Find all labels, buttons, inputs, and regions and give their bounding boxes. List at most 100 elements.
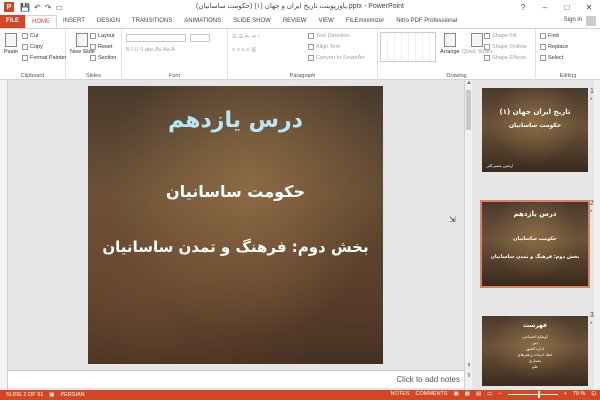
sign-in-link[interactable]: Sign in — [564, 17, 582, 23]
resize-cursor-icon: ⇲ — [449, 215, 456, 224]
shape-fill-button[interactable]: Shape Fill — [484, 33, 516, 39]
new-slide-icon — [76, 33, 89, 47]
help-button[interactable]: ? — [512, 0, 534, 14]
font-size-select[interactable] — [190, 34, 210, 42]
notes-pane[interactable]: Click to add notes — [8, 370, 464, 388]
zoom-out-icon[interactable]: − — [498, 391, 501, 397]
thumbnails-scrollbar[interactable] — [594, 80, 600, 390]
scroll-thumb[interactable] — [466, 90, 471, 130]
notes-placeholder: Click to add notes — [396, 375, 460, 384]
text-direction-icon — [308, 33, 314, 39]
animation-star-icon: * — [590, 98, 593, 104]
tab-view[interactable]: VIEW — [313, 15, 340, 28]
slide-body[interactable]: بخش دوم: فرهنگ و تمدن ساسانیان — [88, 238, 383, 256]
redo-icon[interactable]: ↷ — [45, 3, 52, 12]
reset-button[interactable]: Reset — [90, 44, 112, 50]
copy-button[interactable]: Copy — [22, 44, 43, 50]
save-icon[interactable]: 💾 — [20, 3, 30, 12]
tab-design[interactable]: DESIGN — [91, 15, 126, 28]
minimize-button[interactable]: – — [534, 0, 556, 14]
effects-icon — [484, 55, 490, 61]
search-icon — [540, 33, 546, 39]
fit-slide-icon[interactable]: ⊡ — [591, 391, 596, 397]
slide-scrollbar[interactable]: ▲ ⇞ ⇟ — [464, 80, 472, 390]
slide-sorter-icon[interactable]: ▦ — [465, 391, 470, 397]
font-family-select[interactable] — [126, 34, 186, 42]
powerpoint-icon[interactable]: P — [4, 2, 14, 12]
find-button[interactable]: Find — [540, 33, 559, 39]
paragraph-group-label: Paragraph — [289, 73, 316, 79]
shape-outline-button[interactable]: Shape Outline — [484, 44, 527, 50]
select-button[interactable]: Select — [540, 55, 563, 61]
comments-button[interactable]: COMMENTS — [416, 391, 448, 397]
close-button[interactable]: ✕ — [578, 0, 600, 14]
slide-thumbnail-2[interactable]: درس یازدهم حکومت ساسانیان بخش دوم: فرهنگ… — [480, 200, 590, 288]
window-title: پاورپوینت تاریخ ایران و جهان (۱) (حکومت … — [196, 3, 404, 10]
workspace: درس یازدهم حکومت ساسانیان بخش دوم: فرهنگ… — [0, 80, 600, 390]
zoom-slider-knob[interactable] — [537, 390, 540, 398]
editing-group: Find Replace Select Editing — [536, 29, 600, 80]
slide-title[interactable]: درس یازدهم — [88, 108, 383, 133]
cut-button[interactable]: Cut — [22, 33, 39, 39]
tab-file[interactable]: FILE — [0, 15, 25, 28]
normal-view-icon[interactable]: ▣ — [454, 391, 459, 397]
status-bar-right: NOTES COMMENTS ▣ ▦ ▤ ▭ − + 70 % ⊡ — [391, 390, 596, 398]
copy-icon — [22, 44, 28, 50]
tab-transitions[interactable]: TRANSITIONS — [126, 15, 178, 28]
spellcheck-icon[interactable]: ▣ — [49, 392, 54, 398]
undo-icon[interactable]: ↶ — [34, 3, 41, 12]
brush-icon — [22, 55, 28, 61]
tab-review[interactable]: REVIEW — [277, 15, 313, 28]
paragraph-group: ☰ ☰ ⇤ ⇥ ↕ ≡ ≡ ≡ ≡ ▥ Text Direction Align… — [228, 29, 378, 80]
thumbnail-title: درس یازدهم — [513, 210, 557, 218]
align-text-button[interactable]: Align Text — [308, 44, 340, 50]
ribbon: Paste Cut Copy Format Painter Clipboard … — [0, 28, 600, 80]
start-slideshow-icon[interactable]: ▭ — [55, 3, 63, 12]
text-direction-button[interactable]: Text Direction — [308, 33, 349, 39]
zoom-level[interactable]: 70 % — [573, 391, 586, 397]
maximize-button[interactable]: □ — [556, 0, 578, 14]
tab-nitro-pdf[interactable]: Nitro PDF Professional — [390, 15, 463, 28]
zoom-slider[interactable] — [507, 390, 558, 398]
tab-home[interactable]: HOME — [25, 15, 57, 28]
tab-animations[interactable]: ANIMATIONS — [178, 15, 227, 28]
tab-fileminimizer[interactable]: FILEminimizer — [340, 15, 390, 28]
drawing-group-label: Drawing — [446, 73, 467, 79]
tab-insert[interactable]: INSERT — [57, 15, 91, 28]
avatar[interactable] — [586, 16, 596, 26]
shapes-gallery[interactable] — [380, 32, 436, 62]
zoom-in-icon[interactable]: + — [564, 391, 567, 397]
pen-icon — [484, 44, 490, 50]
font-style-buttons[interactable]: B I U S abc AV Aa A — [126, 47, 175, 53]
scissors-icon — [22, 33, 28, 39]
list-buttons[interactable]: ☰ ☰ ⇤ ⇥ ↕ — [232, 34, 260, 40]
replace-button[interactable]: Replace — [540, 44, 568, 50]
tab-slide-show[interactable]: SLIDE SHOW — [227, 15, 277, 28]
thumbnail-title: فهرست — [523, 322, 547, 329]
paste-button[interactable]: Paste — [4, 33, 18, 55]
format-painter-button[interactable]: Format Painter — [22, 55, 66, 61]
quick-access-toolbar: 💾 ↶ ↷ ▭ — [20, 3, 63, 12]
thumbnail-subtitle: حکومت ساسانیان — [508, 122, 562, 129]
reading-view-icon[interactable]: ▤ — [476, 391, 481, 397]
font-group-label: Font — [168, 73, 180, 79]
editing-group-label: Editing — [559, 73, 577, 79]
slide-thumbnail-3[interactable]: فهرست اوضاع اجتماعی دین اداره کشور خط، ا… — [482, 316, 588, 386]
slide-canvas[interactable]: درس یازدهم حکومت ساسانیان بخش دوم: فرهنگ… — [88, 86, 383, 364]
align-buttons[interactable]: ≡ ≡ ≡ ≡ ▥ — [232, 47, 256, 53]
slide-thumbnail-1[interactable]: تاریخ ایران جهان (۱) حکومت ساسانیان ارشی… — [482, 88, 588, 172]
thumbnail-list: اوضاع اجتماعی دین اداره کشور خط، ادبیات … — [517, 334, 553, 369]
convert-smartart-button[interactable]: Convert to SmartArt — [308, 55, 365, 61]
slides-group-label: Slides — [86, 73, 101, 79]
notes-button[interactable]: NOTES — [391, 391, 410, 397]
section-button[interactable]: Section — [90, 55, 116, 61]
slideshow-icon[interactable]: ▭ — [487, 391, 492, 397]
arrange-button[interactable]: Arrange — [440, 33, 460, 55]
slide-subtitle[interactable]: حکومت ساسانیان — [88, 182, 383, 201]
clipboard-group-label: Clipboard — [20, 73, 45, 79]
clipboard-group: Paste Cut Copy Format Painter Clipboard — [0, 29, 66, 80]
layout-button[interactable]: Layout — [90, 33, 115, 39]
slides-group: New Slide Layout Reset Section Slides — [66, 29, 122, 80]
shape-effects-button[interactable]: Shape Effects — [484, 55, 526, 61]
language-indicator[interactable]: PERSIAN — [61, 392, 85, 398]
